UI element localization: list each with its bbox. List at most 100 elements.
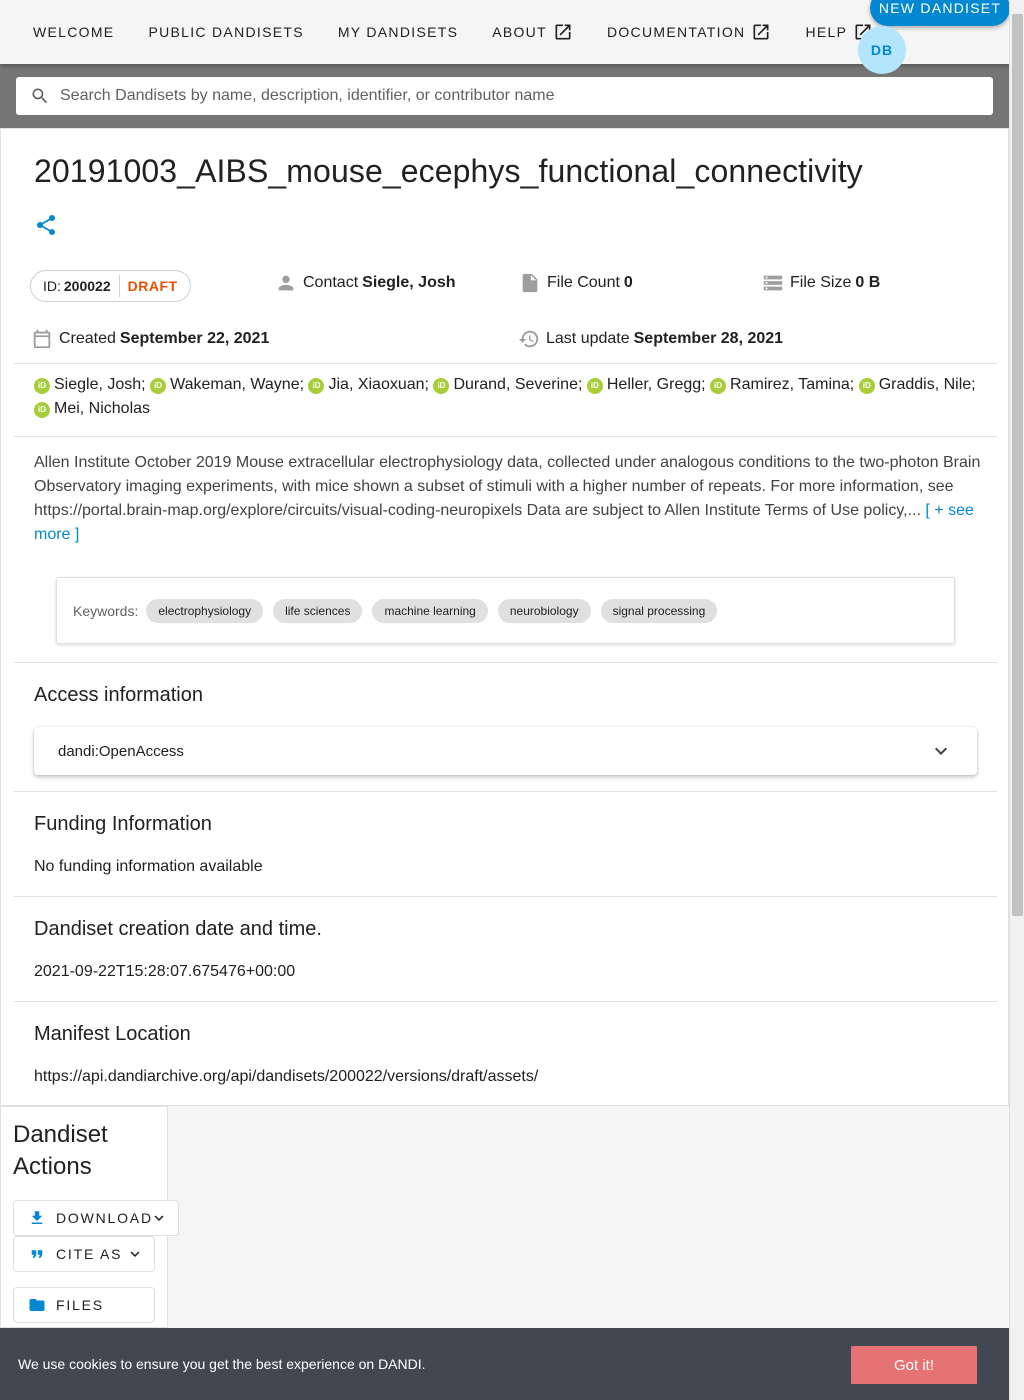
created-date: September 22, 2021 [119,330,270,347]
chevron-down-icon [935,747,947,755]
cookie-accept-button[interactable]: Got it! [851,1346,977,1384]
orcid-icon[interactable]: iD [150,378,167,394]
dandiset-id: 200022 [63,278,111,294]
creation-date-title: Dandiset creation date and time. [34,918,322,940]
orcid-icon[interactable]: iD [433,378,450,394]
description-text: Allen Institute October 2019 Mouse extra… [34,454,981,519]
keyword-chip: machine learning [372,598,488,623]
id-label: ID: [43,278,61,294]
nav-welcome[interactable]: WELCOME [16,14,131,50]
contributor-name: Ramirez, Tamina; [730,376,855,393]
keywords-panel: Keywords: electrophysiology life science… [56,577,955,644]
person-icon [278,275,294,291]
nav-public-dandisets[interactable]: PUBLIC DANDISETS [131,14,320,50]
dandiset-main-card: 20191003_AIBS_mouse_ecephys_functional_c… [0,128,1009,1106]
last-update-date: September 28, 2021 [633,330,784,347]
search-box[interactable] [16,77,993,115]
cite-as-button[interactable]: CITE AS [13,1236,155,1272]
search-input[interactable] [60,87,960,105]
cookie-consent-bar: We use cookies to ensure you get the bes… [0,1328,1009,1400]
nav-about[interactable]: ABOUT [475,14,590,50]
dandiset-title: 20191003_AIBS_mouse_ecephys_functional_c… [34,153,863,189]
file-icon [522,273,538,293]
orcid-icon[interactable]: iD [34,378,50,394]
calendar-icon [33,329,51,349]
download-icon [31,1211,43,1224]
dandiset-description: Allen Institute October 2019 Mouse extra… [34,451,984,547]
contact-info: Contact Siegle, Josh [275,272,456,294]
contributor-name: Siegle, Josh; [54,376,146,393]
nav-my-dandisets-label: MY DANDISETS [337,24,459,40]
status-badge: DRAFT [127,278,178,294]
contributor-name: Mei, Nicholas [54,400,151,417]
cite-as-label: CITE AS [56,1246,123,1262]
contact-label: Contact [303,274,359,291]
last-update-label: Last update [546,330,630,347]
nav-help-label: HELP [805,24,848,40]
files-button[interactable]: FILES [13,1287,155,1323]
keyword-chip: neurobiology [497,598,591,623]
download-button[interactable]: DOWNLOAD [13,1200,179,1236]
orcid-icon[interactable]: iD [710,378,727,394]
share-button[interactable] [34,213,58,237]
cookie-message: We use cookies to ensure you get the bes… [18,1356,426,1372]
file-size-label: File Size [790,274,852,291]
file-count-value: 0 [623,274,633,291]
actions-title: Dandiset Actions [13,1121,108,1180]
contributor-name: Wakeman, Wayne; [170,376,305,393]
funding-info-title: Funding Information [34,813,212,835]
file-size-value: 0 B [855,274,881,291]
divider [14,662,997,663]
keyword-chip: electrophysiology [146,598,264,623]
nav-welcome-label: WELCOME [33,24,115,40]
orcid-icon[interactable]: iD [586,378,603,394]
file-size-info: File Size 0 B [762,272,880,294]
search-icon [32,88,48,104]
dandiset-id-chip: ID: 200022 DRAFT [30,270,191,302]
top-navigation-bar: WELCOME PUBLIC DANDISETS MY DANDISETS AB… [0,0,1010,74]
nav-about-label: ABOUT [492,24,547,40]
contributor-name: Heller, Gregg; [606,376,706,393]
divider [14,1001,997,1002]
created-info: Created September 22, 2021 [31,328,269,350]
orcid-icon[interactable]: iD [34,402,50,418]
created-label: Created [59,330,116,347]
access-expansion-panel[interactable]: dandi:OpenAccess [34,727,977,775]
format-quote-icon [31,1250,43,1258]
keyword-chip: signal processing [600,598,718,623]
external-link-icon [555,24,571,40]
history-icon [518,330,539,348]
contributors-list: iD Siegle, Josh; iD Wakeman, Wayne; iD Jia,… [34,373,984,421]
keywords-label: Keywords: [73,602,139,619]
nav-my-dandisets[interactable]: MY DANDISETS [321,14,475,50]
file-count-label: File Count [547,274,620,291]
divider [14,896,997,897]
external-link-icon [753,24,769,40]
chip-separator [118,275,120,297]
user-avatar[interactable]: DB [858,26,906,74]
nav-documentation[interactable]: DOCUMENTATION [590,14,788,50]
folder-icon [29,1299,45,1311]
storage-icon [763,275,783,291]
divider [14,436,997,437]
contributor-name: Jia, Xiaoxuan; [328,376,429,393]
divider [14,791,997,792]
share-icon [36,215,56,235]
scrollbar-thumb[interactable] [1012,14,1023,916]
divider [14,363,997,364]
keyword-chip: life sciences [273,598,363,623]
page-scrollbar[interactable] [1009,0,1024,1400]
orcid-icon[interactable]: iD [858,378,875,394]
manifest-location-title: Manifest Location [34,1023,191,1045]
nav-public-dandisets-label: PUBLIC DANDISETS [148,24,304,40]
new-dandiset-button[interactable]: NEW DANDISET [870,0,1010,26]
download-label: DOWNLOAD [56,1210,153,1226]
contributor-name: Durand, Severine; [453,376,583,393]
chevron-down-icon [130,1251,140,1257]
access-value: dandi:OpenAccess [58,742,184,760]
files-label: FILES [56,1297,104,1313]
creation-date-text: 2021-09-22T15:28:07.675476+00:00 [34,963,296,980]
orcid-icon[interactable]: iD [308,378,325,394]
funding-info-text: No funding information available [34,858,263,875]
manifest-location-text: https://api.dandiarchive.org/api/dandise… [34,1068,539,1085]
